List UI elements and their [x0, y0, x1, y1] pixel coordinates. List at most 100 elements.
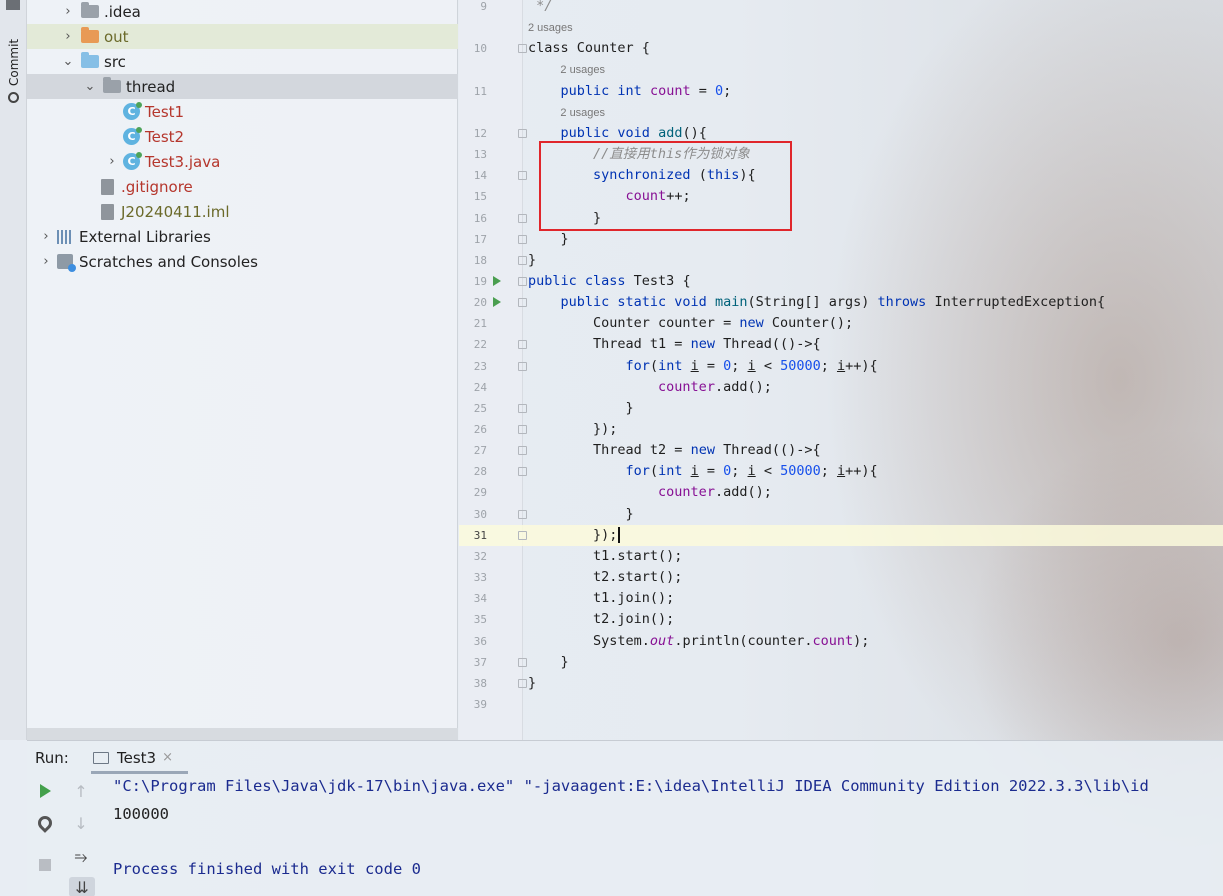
code-line[interactable]: 24 counter.add();: [459, 377, 1223, 398]
tree-item-label: Scratches and Consoles: [79, 252, 258, 271]
tree-item[interactable]: › External Libraries: [27, 224, 458, 249]
tree-item[interactable]: ⌄ src: [27, 49, 458, 74]
code-text: }: [528, 230, 569, 247]
line-number: 27: [473, 444, 487, 458]
code-line[interactable]: 25 }: [459, 398, 1223, 419]
code-line[interactable]: 23 for(int i = 0; i < 50000; i++){: [459, 356, 1223, 377]
code-line[interactable]: 32 t1.start();: [459, 546, 1223, 567]
settings-wrench-button[interactable]: [35, 813, 55, 833]
chevron-icon[interactable]: ⌄: [61, 54, 75, 69]
tree-item-label: J20240411.iml: [121, 202, 230, 221]
rerun-button[interactable]: [35, 781, 55, 801]
fold-marker-icon[interactable]: [518, 44, 527, 54]
tree-item[interactable]: › .idea: [27, 0, 458, 24]
line-number: 25: [473, 401, 487, 415]
line-number: 19: [473, 274, 487, 288]
chevron-icon[interactable]: ›: [105, 154, 119, 169]
usage-hint[interactable]: 2 usages: [560, 103, 605, 124]
tree-item[interactable]: ⌄ thread: [27, 74, 458, 99]
fold-marker-icon[interactable]: [518, 361, 527, 371]
fold-marker-icon[interactable]: [518, 276, 527, 286]
tree-item-label: .gitignore: [121, 177, 193, 196]
line-number: 12: [473, 126, 487, 140]
code-line[interactable]: 39: [459, 694, 1223, 715]
tree-item[interactable]: C Test1: [27, 99, 458, 124]
close-tab-icon[interactable]: ×: [162, 750, 173, 765]
tree-item[interactable]: › C Test3.java: [27, 149, 458, 174]
code-line[interactable]: 29 counter.add();: [459, 482, 1223, 503]
fold-marker-icon[interactable]: [518, 425, 527, 434]
code-line[interactable]: 17 }: [459, 229, 1223, 250]
code-editor[interactable]: 9 */2 usages 10 class Counter {2 usages 11 …: [459, 0, 1223, 740]
fold-marker-icon[interactable]: [518, 657, 527, 667]
chevron-icon[interactable]: ›: [39, 254, 53, 269]
code-line[interactable]: 10 class Counter {: [459, 38, 1223, 59]
java-class-icon: C: [123, 127, 142, 145]
project-tool-icon[interactable]: [6, 0, 20, 10]
arrow-down-icon: ↓: [74, 813, 88, 833]
code-line[interactable]: 30 }: [459, 504, 1223, 525]
code-line[interactable]: 28 for(int i = 0; i < 50000; i++){: [459, 461, 1223, 482]
chevron-icon[interactable]: ⌄: [83, 79, 97, 94]
fold-marker-icon[interactable]: [518, 171, 527, 181]
libraries-icon: [57, 229, 73, 244]
code-line[interactable]: 34 t1.join();: [459, 588, 1223, 609]
fold-marker-icon[interactable]: [518, 213, 527, 223]
chevron-icon[interactable]: ›: [39, 229, 53, 244]
tree-item[interactable]: C Test2: [27, 124, 458, 149]
code-line[interactable]: 33 t2.start();: [459, 567, 1223, 588]
scroll-to-end-button[interactable]: ⇊: [69, 877, 95, 896]
line-number: 38: [473, 676, 487, 690]
fold-marker-icon[interactable]: [518, 255, 527, 265]
fold-marker-icon[interactable]: [518, 340, 527, 350]
code-line[interactable]: 26 });: [459, 419, 1223, 440]
code-text: for(int i = 0; i < 50000; i++){: [625, 463, 878, 480]
fold-marker-icon[interactable]: [518, 446, 527, 456]
line-number: 35: [473, 613, 487, 627]
tree-item[interactable]: .gitignore: [27, 174, 458, 199]
play-icon: [39, 784, 51, 798]
code-line[interactable]: 11 public int count = 0;: [459, 81, 1223, 102]
stop-button[interactable]: [35, 855, 55, 875]
fold-marker-icon[interactable]: [518, 509, 527, 519]
run-tab-test3[interactable]: Test3 ×: [91, 744, 188, 774]
code-line[interactable]: 37 }: [459, 652, 1223, 673]
soft-wrap-icon: ⥱: [74, 847, 88, 866]
usage-hint[interactable]: 2 usages: [560, 60, 605, 81]
run-side-toolbar: ↑ ↓ ⥱ ⇊: [27, 775, 101, 896]
fold-marker-icon[interactable]: [518, 467, 527, 477]
fold-marker-icon[interactable]: [518, 298, 527, 308]
fold-marker-icon[interactable]: [518, 234, 527, 244]
tree-item[interactable]: › out: [27, 24, 458, 49]
scroll-up-button[interactable]: ↑: [71, 781, 91, 801]
run-gutter-icon[interactable]: [493, 275, 501, 286]
soft-wrap-button[interactable]: ⥱: [71, 847, 91, 867]
code-line[interactable]: 36 System.out.println(counter.count);: [459, 631, 1223, 652]
chevron-icon[interactable]: ›: [61, 4, 75, 19]
code-line[interactable]: 19 public class Test3 {: [459, 271, 1223, 292]
fold-marker-icon[interactable]: [518, 128, 527, 138]
commit-tool-tab[interactable]: Commit: [4, 36, 24, 108]
code-line[interactable]: 18}: [459, 250, 1223, 271]
fold-marker-icon[interactable]: [518, 530, 527, 540]
code-line[interactable]: 21 Counter counter = new Counter();: [459, 313, 1223, 334]
code-line[interactable]: 20 public static void main(String[] args…: [459, 292, 1223, 313]
tree-item[interactable]: › Scratches and Consoles: [27, 249, 458, 274]
chevron-icon[interactable]: ›: [61, 29, 75, 44]
fold-marker-icon[interactable]: [518, 678, 527, 688]
code-line[interactable]: 27 Thread t2 = new Thread(()->{: [459, 440, 1223, 461]
project-tree-scrollbar[interactable]: [27, 728, 458, 740]
fold-marker-icon[interactable]: [518, 403, 527, 413]
code-line[interactable]: 35 t2.join();: [459, 609, 1223, 630]
code-line[interactable]: 38}: [459, 673, 1223, 694]
code-line[interactable]: 9 */: [459, 0, 1223, 17]
run-gutter-icon[interactable]: [493, 297, 501, 308]
code-line[interactable]: 22 Thread t1 = new Thread(()->{: [459, 334, 1223, 355]
usage-hint[interactable]: 2 usages: [528, 18, 573, 39]
line-number: 11: [473, 84, 487, 98]
scroll-down-button[interactable]: ↓: [71, 813, 91, 833]
code-line[interactable]: 31 });: [459, 524, 1223, 546]
code-text: t1.start();: [528, 547, 683, 564]
line-number: 15: [473, 190, 487, 204]
tree-item[interactable]: J20240411.iml: [27, 199, 458, 224]
